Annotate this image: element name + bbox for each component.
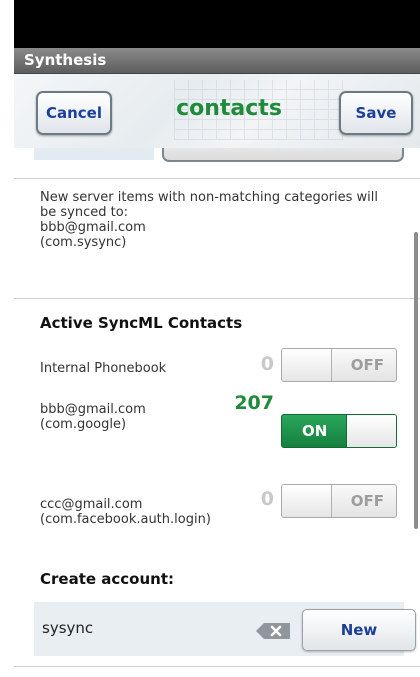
contact-count: 0 bbox=[260, 488, 274, 510]
account-type: (com.google) bbox=[40, 417, 127, 432]
info-line: New server items with non-matching categ… bbox=[40, 190, 378, 205]
divider bbox=[14, 178, 420, 179]
app-title: Synthesis bbox=[24, 51, 107, 69]
facebook-account-toggle[interactable]: OFF bbox=[281, 484, 397, 518]
info-line: be synced to: bbox=[40, 205, 129, 220]
toggle-knob bbox=[282, 485, 332, 517]
toggle-state: OFF bbox=[350, 492, 384, 510]
account-label: bbb@gmail.com (com.google) bbox=[40, 402, 146, 432]
toggle-knob bbox=[346, 415, 396, 447]
save-button[interactable]: Save bbox=[339, 91, 413, 135]
create-account-row: sysync New bbox=[34, 602, 416, 656]
category-sync-info: New server items with non-matching categ… bbox=[40, 190, 400, 250]
screen-margin bbox=[0, 0, 14, 677]
account-label: ccc@gmail.com (com.facebook.auth.login) bbox=[40, 497, 211, 527]
account-name: Internal Phonebook bbox=[40, 361, 167, 376]
create-account-title: Create account: bbox=[40, 570, 175, 588]
phone-screen: Synthesis Cancel contacts Save New serve… bbox=[14, 0, 420, 677]
vertical-scrollbar[interactable] bbox=[414, 232, 418, 529]
divider bbox=[14, 298, 420, 299]
contact-count: 207 bbox=[234, 392, 274, 414]
google-account-toggle[interactable]: ON bbox=[281, 414, 397, 448]
header-bar: Cancel contacts Save bbox=[14, 74, 420, 148]
toggle-state: OFF bbox=[350, 356, 384, 374]
content-scroll-area[interactable]: New server items with non-matching categ… bbox=[14, 148, 420, 677]
partial-button[interactable] bbox=[162, 148, 404, 162]
page-title: contacts bbox=[176, 96, 282, 121]
new-account-button[interactable]: New bbox=[302, 609, 416, 651]
account-name: bbb@gmail.com bbox=[40, 402, 146, 417]
info-line: (com.sysync) bbox=[40, 235, 127, 250]
info-line: bbb@gmail.com bbox=[40, 220, 146, 235]
internal-phonebook-toggle[interactable]: OFF bbox=[281, 348, 397, 382]
status-bar bbox=[14, 0, 420, 48]
contact-count: 0 bbox=[260, 353, 274, 375]
account-name: ccc@gmail.com bbox=[40, 497, 143, 512]
account-label: Internal Phonebook bbox=[40, 361, 166, 376]
divider bbox=[14, 666, 420, 667]
cancel-button[interactable]: Cancel bbox=[36, 91, 112, 135]
clear-text-icon[interactable] bbox=[256, 623, 290, 639]
account-type: (com.facebook.auth.login) bbox=[40, 512, 211, 527]
toggle-state: ON bbox=[302, 422, 328, 440]
toggle-knob bbox=[282, 349, 332, 381]
partial-field bbox=[34, 148, 154, 160]
account-name-input[interactable]: sysync bbox=[42, 619, 93, 637]
app-title-bar: Synthesis bbox=[14, 48, 420, 74]
active-contacts-title: Active SyncML Contacts bbox=[40, 314, 243, 332]
